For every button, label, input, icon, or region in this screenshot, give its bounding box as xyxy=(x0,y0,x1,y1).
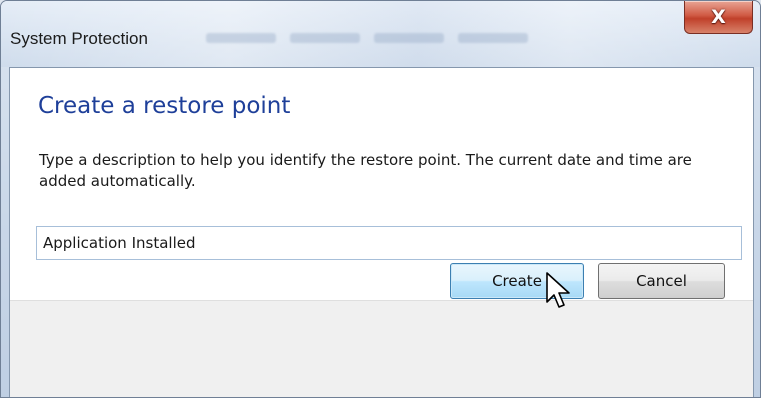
dialog-heading: Create a restore point xyxy=(38,93,291,119)
dialog-description: Type a description to help you identify … xyxy=(39,151,692,190)
mouse-pointer-icon xyxy=(546,272,570,308)
background-tab xyxy=(206,33,276,43)
close-icon: X xyxy=(711,6,726,28)
background-tab xyxy=(374,33,444,43)
restore-point-description-input[interactable]: Application Installed xyxy=(36,226,742,260)
background-tab xyxy=(290,33,360,43)
window-title: System Protection xyxy=(10,29,148,48)
button-bar xyxy=(10,300,753,397)
dialog-client-area: Create a restore point Type a descriptio… xyxy=(9,67,754,397)
system-protection-dialog: System Protection X Create a restore poi… xyxy=(0,0,761,398)
close-button[interactable]: X xyxy=(684,1,753,34)
background-tabs xyxy=(206,33,528,49)
title-bar[interactable]: System Protection X xyxy=(1,1,760,67)
background-tab xyxy=(458,33,528,43)
cancel-button[interactable]: Cancel xyxy=(598,263,725,299)
